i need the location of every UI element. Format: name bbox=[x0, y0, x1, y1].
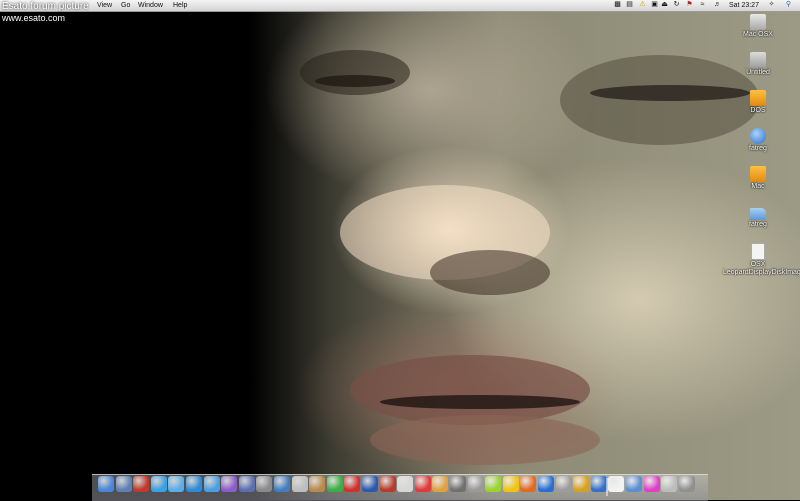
messenger-icon[interactable] bbox=[150, 476, 167, 492]
itunes-icon[interactable] bbox=[203, 476, 220, 492]
desktop-icon-dos[interactable]: DOS bbox=[723, 90, 793, 115]
preview-icon[interactable] bbox=[115, 476, 132, 492]
warning-icon[interactable]: ⚠ bbox=[639, 1, 646, 9]
desktop-icon-mac[interactable]: Mac bbox=[723, 166, 793, 191]
lime-icon[interactable] bbox=[485, 476, 502, 492]
green-circle-icon[interactable] bbox=[326, 476, 343, 492]
time-machine-icon[interactable] bbox=[555, 476, 572, 492]
watermark-url: www.esato.com bbox=[2, 13, 66, 23]
wifi-icon[interactable]: ≈ bbox=[699, 1, 706, 9]
ichat-icon[interactable] bbox=[168, 476, 185, 492]
watermark-title: Esato.forum picture bbox=[2, 1, 89, 12]
network-icon[interactable] bbox=[274, 476, 290, 492]
document-icon[interactable] bbox=[608, 476, 625, 492]
folder-icon bbox=[750, 208, 766, 220]
finder-icon[interactable] bbox=[98, 476, 114, 492]
desktop-icon-label: Mac OSX bbox=[743, 31, 773, 38]
desktop-icon-mac-osx[interactable]: Mac OSX bbox=[723, 14, 793, 39]
pink-app-icon[interactable] bbox=[643, 476, 660, 492]
arrow-icon[interactable] bbox=[362, 476, 378, 492]
network-globe-icon bbox=[750, 128, 766, 144]
menubar-clock[interactable]: Sat 23:27 bbox=[729, 1, 759, 10]
desktop-icon-label: fatreg bbox=[749, 221, 767, 228]
text-file-icon[interactable] bbox=[291, 476, 308, 492]
magnet-icon[interactable] bbox=[344, 476, 361, 492]
books-icon[interactable] bbox=[238, 476, 255, 492]
dock-separator bbox=[606, 478, 609, 496]
clipboard-icon[interactable]: ▤ bbox=[626, 1, 633, 9]
camera-icon[interactable] bbox=[467, 476, 484, 492]
desktop-icon-label: OSX LeopardDisplayDiskImage bbox=[723, 261, 800, 276]
trash-icon[interactable] bbox=[678, 476, 695, 492]
hard-drive-icon bbox=[750, 14, 766, 30]
desktop-icon-label: Mac bbox=[751, 183, 765, 190]
safari-icon[interactable] bbox=[186, 476, 202, 492]
hard-drive-icon bbox=[750, 52, 766, 68]
sync-menu-icon[interactable]: ↻ bbox=[673, 1, 680, 9]
mail-icon[interactable] bbox=[397, 476, 414, 492]
purple-app-icon[interactable] bbox=[221, 476, 238, 492]
firefox-icon[interactable] bbox=[520, 476, 537, 492]
script-menu-icon[interactable]: ▩ bbox=[614, 1, 621, 9]
sync-icon[interactable] bbox=[538, 476, 554, 492]
pdf-icon[interactable] bbox=[133, 476, 150, 492]
utility-icon[interactable] bbox=[450, 476, 466, 492]
transmit-icon[interactable] bbox=[573, 476, 590, 492]
orange-drive-icon bbox=[750, 90, 766, 106]
people-icon[interactable] bbox=[432, 476, 449, 492]
menu-bar: View Go Window Help ▩ ▤ ⚠ ▣ ⏏ ↻ ⚑ ≈ ♬ Sa… bbox=[0, 0, 800, 12]
monitor-menu-icon[interactable]: ▣ bbox=[651, 1, 658, 9]
system-prefs-icon[interactable] bbox=[661, 476, 678, 492]
spotlight-icon[interactable]: ⚲ bbox=[785, 1, 792, 9]
fire-extinguisher-icon[interactable] bbox=[414, 476, 431, 492]
menu-view[interactable]: View bbox=[97, 1, 112, 10]
menu-help[interactable]: Help bbox=[173, 1, 187, 10]
orange-drive-icon bbox=[750, 166, 766, 182]
desktop-icon-osx-disk-image[interactable]: OSX LeopardDisplayDiskImage bbox=[723, 243, 800, 277]
desktop-icon-untitled[interactable]: Untitled bbox=[723, 52, 793, 77]
dock-items bbox=[98, 476, 708, 496]
desktop-icon-fatreg-folder[interactable]: fatreg bbox=[723, 206, 793, 229]
disk-image-document-icon bbox=[751, 243, 765, 260]
menu-window[interactable]: Window bbox=[138, 1, 163, 10]
menu-go[interactable]: Go bbox=[121, 1, 130, 10]
monitor-icon[interactable] bbox=[626, 476, 642, 492]
desktop-icon-fatreg-network[interactable]: fatreg bbox=[723, 128, 793, 153]
red-app-icon[interactable] bbox=[379, 476, 396, 492]
volume-icon[interactable]: ♬ bbox=[714, 1, 721, 9]
bluetooth-icon[interactable]: ✧ bbox=[768, 1, 775, 9]
desktop-icon-label: DOS bbox=[750, 107, 766, 114]
desktop-icon-label: Untitled bbox=[746, 69, 770, 76]
desktop-icon-label: fatreg bbox=[749, 145, 767, 152]
desktop-wallpaper bbox=[0, 0, 800, 500]
script-icon[interactable] bbox=[256, 476, 273, 492]
bird-icon[interactable] bbox=[590, 476, 607, 492]
eject-icon[interactable]: ⏏ bbox=[661, 1, 668, 9]
address-book-icon[interactable] bbox=[309, 476, 326, 492]
road-sign-icon[interactable] bbox=[502, 476, 519, 492]
flag-icon[interactable]: ⚑ bbox=[686, 1, 693, 9]
